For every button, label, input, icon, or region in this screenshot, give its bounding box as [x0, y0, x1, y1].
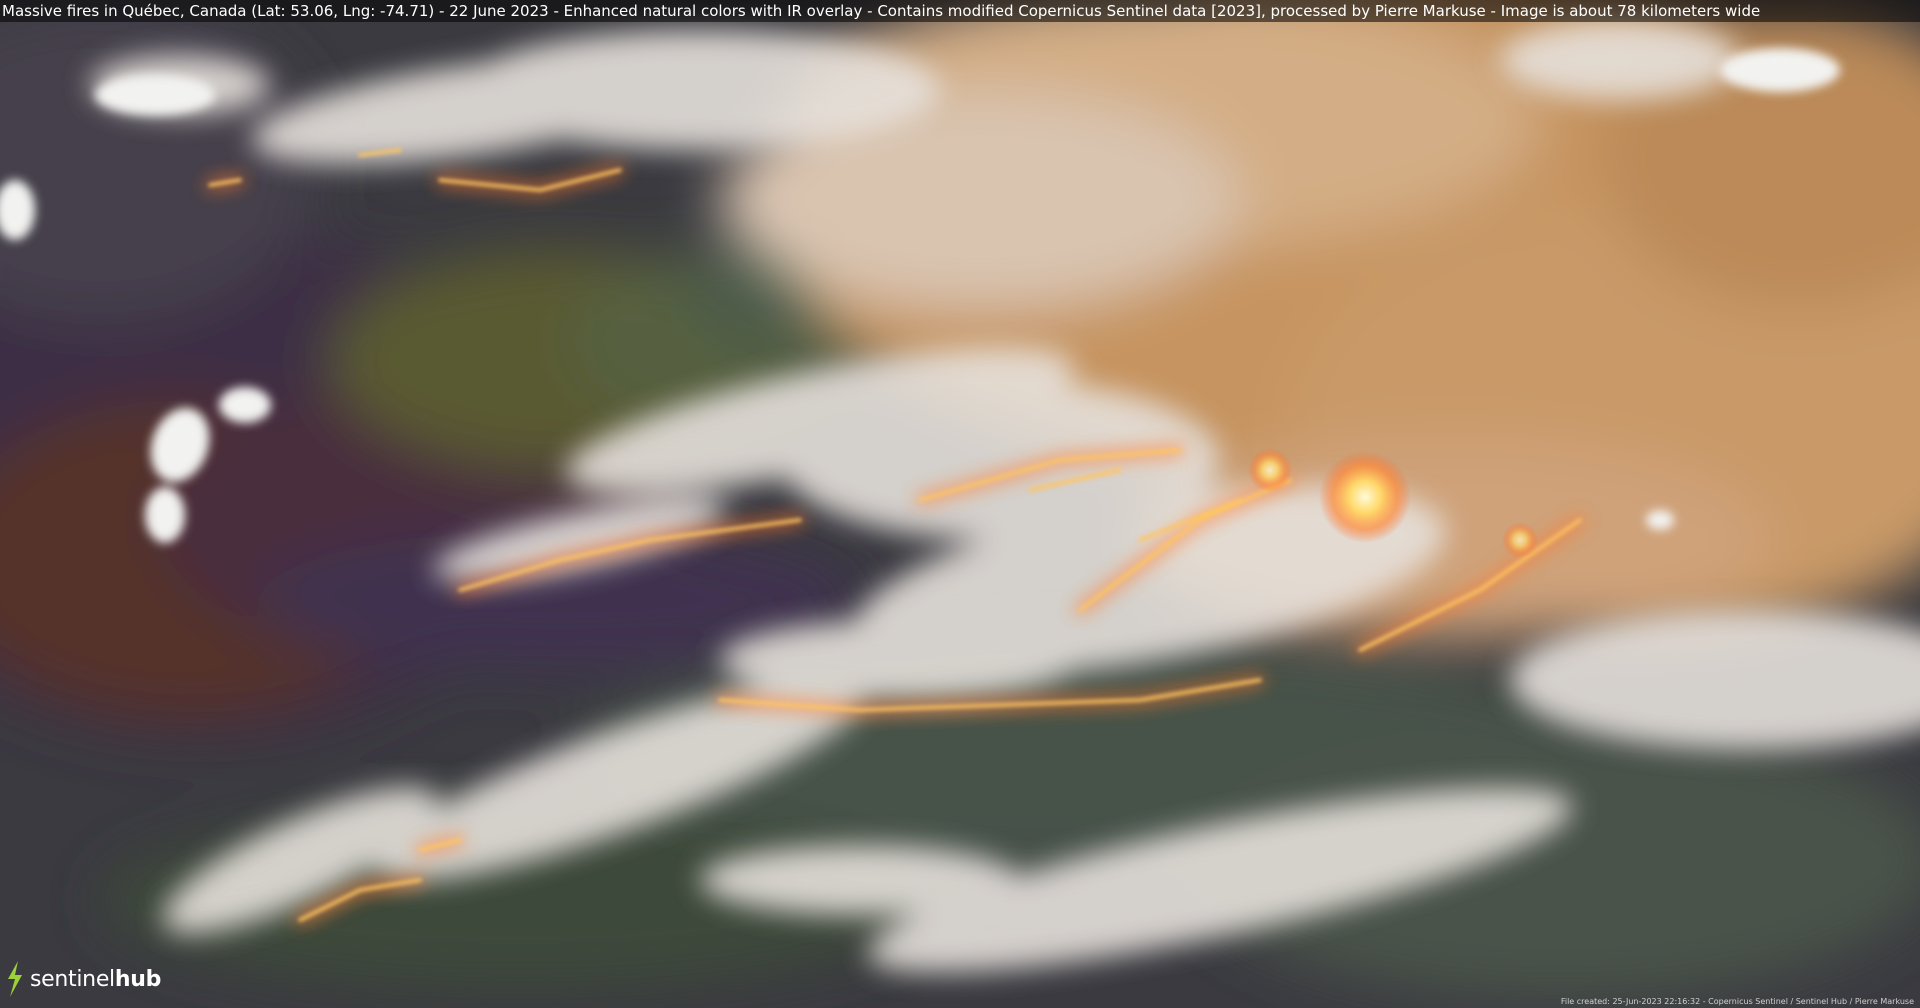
- image-caption: Massive fires in Québec, Canada (Lat: 53…: [0, 0, 1920, 22]
- file-credit: File created: 25-Jun-2023 22:16:32 - Cop…: [1560, 997, 1914, 1006]
- logo-text: sentinelhub: [30, 967, 161, 992]
- logo-text-bold: hub: [114, 966, 162, 992]
- wildfire-scene: [0, 0, 1920, 1008]
- sentinelhub-mark-icon: [8, 961, 22, 997]
- logo-text-regular: sentinel: [30, 966, 115, 992]
- satellite-image: Massive fires in Québec, Canada (Lat: 53…: [0, 0, 1920, 1008]
- sentinelhub-logo: sentinelhub: [4, 958, 161, 1000]
